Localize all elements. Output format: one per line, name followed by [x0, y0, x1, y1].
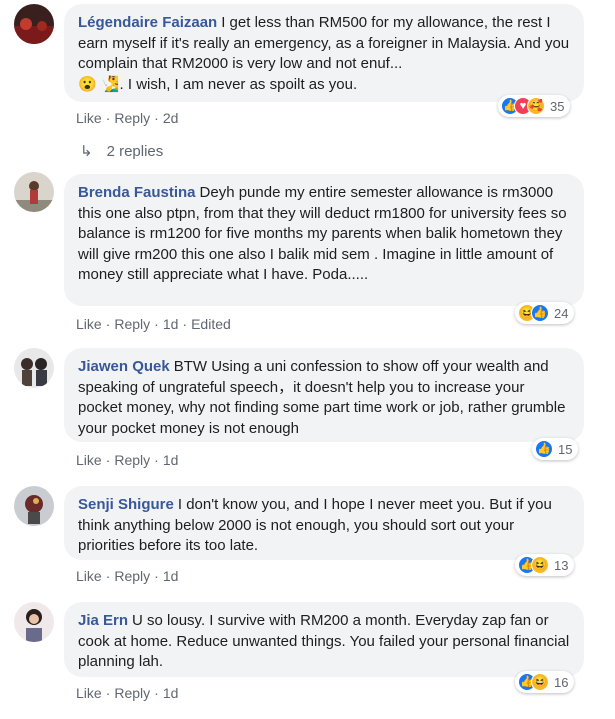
comment-actions: Like · Reply · 1d — [76, 452, 178, 468]
reply-link[interactable]: Reply — [114, 452, 150, 468]
comment-bubble: Brenda Faustina Deyh punde my entire seme… — [64, 174, 584, 306]
astonished-emoji: 😮 — [78, 75, 97, 93]
comment-actions: Like · Reply · 2d — [76, 110, 178, 126]
reaction-summary[interactable]: 👍 😆 13 — [515, 554, 575, 576]
reply-link[interactable]: Reply — [114, 316, 150, 332]
timestamp[interactable]: 1d — [163, 568, 179, 584]
separator-dot: · — [105, 316, 111, 332]
man-gesturing-emoji: 🧏‍♂️ — [100, 75, 120, 93]
like-link[interactable]: Like — [76, 568, 102, 584]
separator-dot: · — [105, 110, 111, 126]
avatar[interactable] — [14, 172, 54, 212]
avatar[interactable] — [14, 348, 54, 388]
comment-text: Jiawen Quek BTW Using a uni confession to… — [78, 357, 570, 439]
haha-icon: 😆 — [531, 556, 549, 574]
timestamp[interactable]: 2d — [163, 110, 179, 126]
like-link[interactable]: Like — [76, 452, 102, 468]
reaction-count: 35 — [550, 98, 565, 114]
timestamp[interactable]: 1d — [163, 316, 179, 332]
comment-text: Jia Ern U so lousy. I survive with RM200 … — [78, 611, 570, 673]
haha-icon: 😆 — [531, 673, 549, 691]
reaction-summary[interactable]: 👍 ♥ 🥰 35 — [498, 95, 571, 117]
comment-text: Légendaire Faizaan I get less than RM500 … — [78, 13, 570, 95]
comment-text: Brenda Faustina Deyh punde my entire seme… — [78, 183, 570, 286]
comment-bubble: Légendaire Faizaan I get less than RM500 … — [64, 4, 584, 102]
like-icon: 👍 — [535, 440, 553, 458]
like-icon: 👍 — [531, 304, 549, 322]
avatar[interactable] — [14, 486, 54, 526]
like-link[interactable]: Like — [76, 110, 102, 126]
timestamp[interactable]: 1d — [163, 685, 179, 701]
comment-actions: Like · Reply · 1d · Edited — [76, 316, 231, 332]
like-link[interactable]: Like — [76, 316, 102, 332]
reaction-count: 24 — [554, 305, 569, 321]
separator-dot: · — [154, 452, 159, 468]
reply-link[interactable]: Reply — [114, 110, 150, 126]
reaction-summary[interactable]: 😆 👍 24 — [515, 302, 575, 324]
comment-author[interactable]: Jiawen Quek — [78, 358, 170, 375]
reply-link[interactable]: Reply — [114, 685, 150, 701]
timestamp[interactable]: 1d — [163, 452, 179, 468]
avatar[interactable] — [14, 602, 54, 642]
comment-author[interactable]: Brenda Faustina — [78, 184, 196, 201]
replies-label: 2 replies — [106, 142, 164, 160]
care-icon: 🥰 — [527, 97, 545, 115]
comment-body: U so lousy. I survive with RM200 a month… — [78, 612, 570, 670]
separator-dot: · — [154, 110, 159, 126]
reaction-count: 13 — [554, 557, 569, 573]
separator-dot: · — [182, 316, 188, 332]
comment-actions: Like · Reply · 1d — [76, 685, 178, 701]
reply-arrow-icon: ↳ — [80, 143, 93, 160]
comment-bubble: Jia Ern U so lousy. I survive with RM200 … — [64, 602, 584, 677]
comment-bubble: Jiawen Quek BTW Using a uni confession to… — [64, 348, 584, 442]
edited-label: Edited — [191, 316, 231, 332]
like-link[interactable]: Like — [76, 685, 102, 701]
separator-dot: · — [105, 685, 111, 701]
reaction-count: 15 — [558, 441, 573, 457]
avatar[interactable] — [14, 4, 54, 44]
comment-text: Senji Shigure I don't know you, and I hop… — [78, 495, 570, 557]
comment-actions: Like · Reply · 1d — [76, 568, 178, 584]
separator-dot: · — [105, 452, 111, 468]
comment-author[interactable]: Légendaire Faizaan — [78, 14, 217, 31]
view-replies-link[interactable]: ↳ 2 replies — [80, 142, 164, 161]
comment-bubble: Senji Shigure I don't know you, and I hop… — [64, 486, 584, 560]
separator-dot: · — [154, 685, 159, 701]
reply-link[interactable]: Reply — [114, 568, 150, 584]
comment-author[interactable]: Senji Shigure — [78, 496, 174, 513]
separator-dot: · — [154, 316, 159, 332]
separator-dot: · — [154, 568, 159, 584]
reaction-summary[interactable]: 👍 15 — [532, 438, 579, 460]
separator-dot: · — [105, 568, 111, 584]
reaction-count: 16 — [554, 674, 569, 690]
comment-author[interactable]: Jia Ern — [78, 612, 128, 629]
comment-body-tail: . I wish, I am never as spoilt as you. — [119, 75, 358, 93]
reaction-summary[interactable]: 👍 😆 16 — [515, 671, 575, 693]
